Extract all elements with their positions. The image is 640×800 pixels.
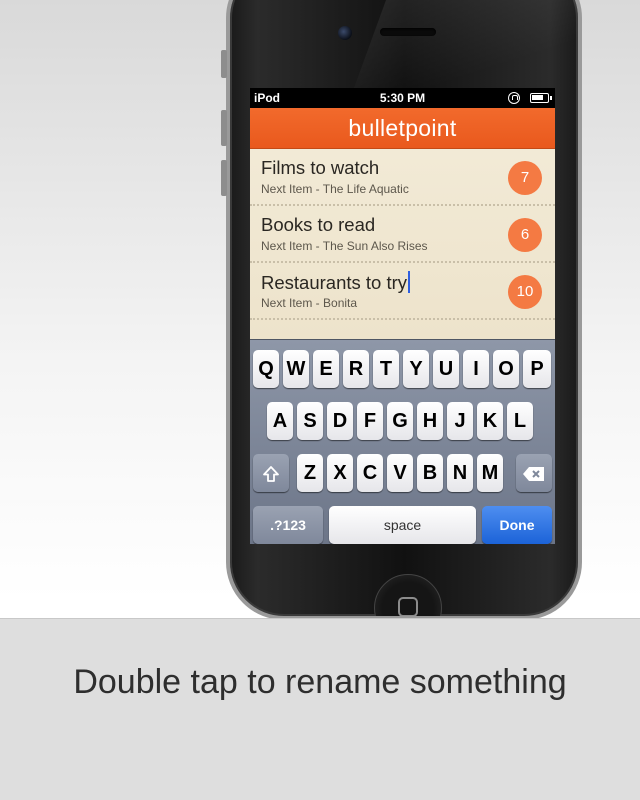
phone-screen: iPod 5:30 PM bulletpoint Films to watch … bbox=[250, 88, 555, 544]
key-c[interactable]: C bbox=[357, 454, 383, 492]
volume-up-button bbox=[221, 110, 227, 146]
key-h[interactable]: H bbox=[417, 402, 443, 440]
list-item-subtitle: Next Item - Bonita bbox=[261, 296, 358, 310]
delete-key[interactable] bbox=[516, 454, 552, 492]
done-key[interactable]: Done bbox=[482, 506, 552, 544]
key-p[interactable]: P bbox=[523, 350, 551, 388]
list-item-subtitle: Next Item - The Sun Also Rises bbox=[261, 239, 428, 253]
key-k[interactable]: K bbox=[477, 402, 503, 440]
page: { "status_bar": { "carrier": "iPod", "ti… bbox=[0, 0, 640, 800]
key-d[interactable]: D bbox=[327, 402, 353, 440]
key-n[interactable]: N bbox=[447, 454, 473, 492]
list-item[interactable]: Films to watch Next Item - The Life Aqua… bbox=[250, 149, 555, 206]
delete-icon bbox=[523, 467, 544, 482]
list-item[interactable]: Books to read Next Item - The Sun Also R… bbox=[250, 206, 555, 263]
status-bar: iPod 5:30 PM bbox=[250, 88, 555, 108]
text-cursor bbox=[408, 271, 411, 293]
onscreen-keyboard: Q W E R T Y U I O P A S D F G H J K L Z … bbox=[250, 339, 555, 544]
home-square-icon bbox=[398, 597, 418, 616]
key-q[interactable]: Q bbox=[253, 350, 279, 388]
list-container: Films to watch Next Item - The Life Aqua… bbox=[250, 149, 555, 339]
earpiece-speaker bbox=[380, 28, 436, 36]
key-u[interactable]: U bbox=[433, 350, 459, 388]
numbers-key[interactable]: .?123 bbox=[253, 506, 323, 544]
rotation-lock-icon bbox=[508, 92, 520, 104]
mute-switch bbox=[221, 50, 227, 78]
key-x[interactable]: X bbox=[327, 454, 353, 492]
key-b[interactable]: B bbox=[417, 454, 443, 492]
list-item-title-editing[interactable]: Restaurants to try bbox=[261, 271, 411, 294]
list-item-subtitle: Next Item - The Life Aquatic bbox=[261, 182, 409, 196]
item-count-badge: 6 bbox=[508, 218, 542, 252]
key-l[interactable]: L bbox=[507, 402, 533, 440]
space-key[interactable]: space bbox=[329, 506, 476, 544]
key-m[interactable]: M bbox=[477, 454, 503, 492]
key-i[interactable]: I bbox=[463, 350, 489, 388]
key-f[interactable]: F bbox=[357, 402, 383, 440]
app-title: bulletpoint bbox=[250, 108, 555, 149]
list-item-title: Films to watch bbox=[261, 157, 380, 178]
key-w[interactable]: W bbox=[283, 350, 309, 388]
key-j[interactable]: J bbox=[447, 402, 473, 440]
caption-panel: Double tap to rename something bbox=[0, 618, 640, 800]
key-g[interactable]: G bbox=[387, 402, 413, 440]
shift-icon bbox=[263, 466, 279, 483]
front-camera bbox=[338, 26, 352, 40]
key-z[interactable]: Z bbox=[297, 454, 323, 492]
key-e[interactable]: E bbox=[313, 350, 339, 388]
key-t[interactable]: T bbox=[373, 350, 399, 388]
key-y[interactable]: Y bbox=[403, 350, 429, 388]
home-button[interactable] bbox=[374, 574, 442, 616]
list-item-title-text: Restaurants to try bbox=[261, 272, 408, 293]
item-count-badge: 7 bbox=[508, 161, 542, 195]
item-count-badge: 10 bbox=[508, 275, 542, 309]
volume-down-button bbox=[221, 160, 227, 196]
key-o[interactable]: O bbox=[493, 350, 519, 388]
key-r[interactable]: R bbox=[343, 350, 369, 388]
key-a[interactable]: A bbox=[267, 402, 293, 440]
shift-key[interactable] bbox=[253, 454, 289, 492]
caption-text: Double tap to rename something bbox=[73, 663, 567, 701]
battery-icon bbox=[530, 93, 552, 103]
list-item[interactable]: Restaurants to try Next Item - Bonita 10 bbox=[250, 263, 555, 320]
key-s[interactable]: S bbox=[297, 402, 323, 440]
key-v[interactable]: V bbox=[387, 454, 413, 492]
list-item-title: Books to read bbox=[261, 214, 376, 235]
